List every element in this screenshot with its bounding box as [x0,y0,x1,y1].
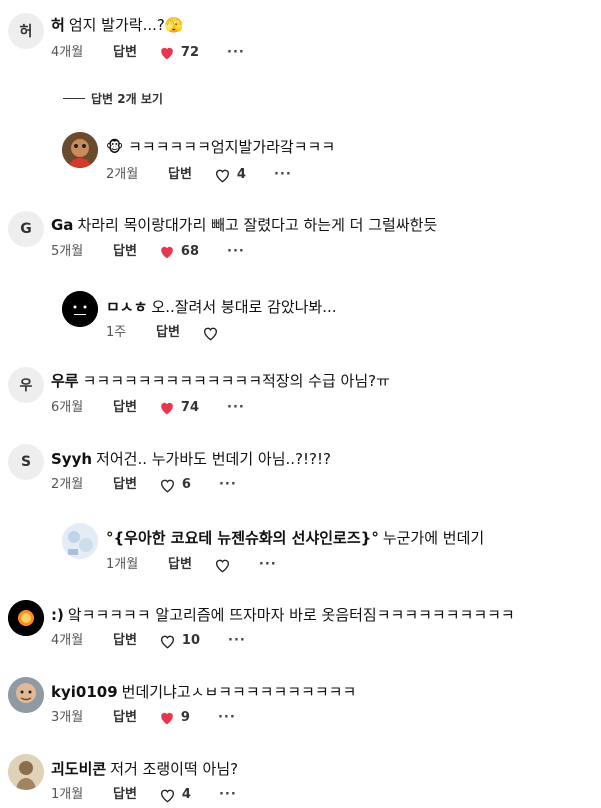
comment-author[interactable]: 우루 [51,372,79,390]
comment-text: 🐵 ㅋㅋㅋㅋㅋㅋ엄지발가라갘ㅋㅋㅋ [106,138,336,156]
comment-author[interactable]: Ga [51,216,73,234]
like-button[interactable]: 68 [159,243,199,261]
like-button[interactable]: 4 [214,166,246,184]
comment-text: 앜ㅋㅋㅋㅋㅋ 알고리즘에 뜨자마자 바로 옷음터짐ㅋㅋㅋㅋㅋㅋㅋㅋㅋㅋ [67,606,515,624]
comment-text: ㅋㅋㅋㅋㅋㅋㅋㅋㅋㅋㅋㅋㅋ적장의 수급 아님?ㅠ [82,372,390,390]
more-options-button[interactable]: ··· [218,709,236,727]
like-count: 74 [180,400,200,415]
comment-time: 5개월 [51,244,84,259]
avatar[interactable]: 허 [8,13,44,49]
like-button[interactable] [214,558,231,573]
avatar[interactable] [8,754,44,790]
like-button[interactable]: 10 [159,632,200,650]
avatar[interactable]: 우 [8,367,44,403]
reply-button[interactable]: 답변 [113,476,137,494]
more-options-button[interactable]: ··· [274,166,292,184]
comment-author[interactable]: :) [51,606,64,624]
comment-time: 4개월 [51,633,84,648]
comment-text: 저어건.. 누가바도 번데기 아님..?!?!? [96,450,331,468]
more-options-button[interactable]: ··· [227,44,245,62]
reply-button[interactable]: 답변 [113,44,137,62]
heart-outline-icon [159,788,176,803]
reply-button[interactable]: 답변 [168,556,192,574]
comment-author[interactable]: ㅁㅅㅎ [106,298,147,316]
heart-outline-icon [159,478,176,493]
comment-time: 1개월 [106,557,139,572]
like-count: 68 [180,244,200,259]
comment-time: 1개월 [51,787,84,802]
comment-time: 6개월 [51,400,84,415]
avatar[interactable]: G [8,211,44,247]
avatar[interactable] [62,132,98,168]
like-count: 72 [180,45,200,60]
like-button[interactable]: 9 [159,709,190,727]
comment-author[interactable]: 괴도비콘 [51,760,106,778]
comment-text: 저거 조랭이떡 아님? [110,760,239,778]
like-button[interactable]: 72 [159,44,199,62]
view-replies-button[interactable]: 답변 2개 보기 [63,90,163,107]
more-options-button[interactable]: ··· [219,786,237,804]
comment-author[interactable]: Syyh [51,450,92,468]
more-options-button[interactable]: ··· [227,243,245,261]
like-count: 9 [180,710,190,725]
divider-line [63,98,85,99]
comment-time: 2개월 [106,167,139,182]
heart-filled-icon [159,46,175,60]
more-options-button[interactable]: ··· [227,399,245,417]
like-button[interactable] [202,326,219,341]
reply-button[interactable]: 답변 [168,166,192,184]
heart-filled-icon [159,711,175,725]
like-button[interactable]: 74 [159,399,199,417]
like-count: 4 [236,167,246,182]
reply-button[interactable]: 답변 [113,786,137,804]
reply-button[interactable]: 답변 [113,399,137,417]
comment-author[interactable]: 허 [51,16,65,34]
heart-outline-icon [214,168,231,183]
more-options-button[interactable]: ··· [259,556,277,574]
heart-filled-icon [159,401,175,415]
like-button[interactable]: 4 [159,786,191,804]
comment-time: 3개월 [51,710,84,725]
comment-text: 누군가에 번데기 [382,529,485,547]
like-button[interactable]: 6 [159,476,191,494]
like-count: 10 [181,633,201,648]
heart-outline-icon [214,558,231,573]
reply-button[interactable]: 답변 [113,709,137,727]
comment-text: 엄지 발가락...?🫣 [68,16,184,34]
comment-text: 차라리 목이랑대가리 빼고 잘렸다고 하는게 더 그럴싸한듯 [77,216,438,234]
reply-button[interactable]: 답변 [113,632,137,650]
avatar[interactable]: S [8,444,44,480]
comment-time: 2개월 [51,477,84,492]
heart-outline-icon [159,634,176,649]
avatar[interactable] [8,677,44,713]
comment-author[interactable]: kyi0109 [51,683,118,701]
heart-outline-icon [202,326,219,341]
comment-author[interactable]: °{우아한 코요테 뉴젠슈화의 선샤인로즈}° [106,529,379,547]
comment-time: 1주 [106,325,127,340]
view-replies-label: 답변 2개 보기 [91,92,163,106]
comment-time: 4개월 [51,45,84,60]
reply-button[interactable]: 답변 [156,324,180,342]
like-count: 6 [181,477,191,492]
more-options-button[interactable]: ··· [228,632,246,650]
comment-text: 오..잘려서 붕대로 감았나봐... [151,298,337,316]
avatar[interactable] [8,600,44,636]
heart-filled-icon [159,245,175,259]
reply-button[interactable]: 답변 [113,243,137,261]
comment-text: 번데기냐고ㅅㅂㅋㅋㅋㅋㅋㅋㅋㅋㅋㅋ [121,683,357,701]
like-count: 4 [181,787,191,802]
more-options-button[interactable]: ··· [219,476,237,494]
avatar[interactable] [62,523,98,559]
avatar[interactable] [62,291,98,327]
